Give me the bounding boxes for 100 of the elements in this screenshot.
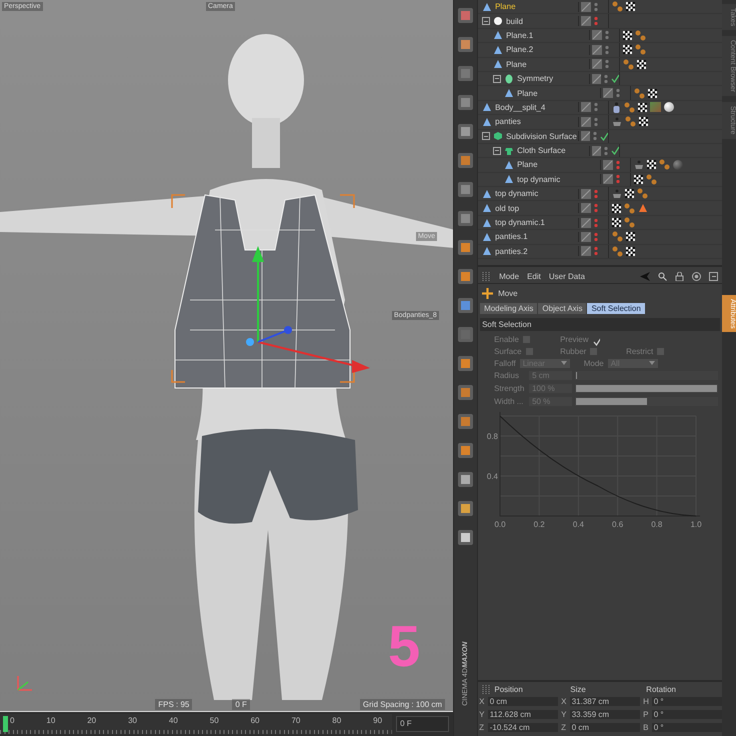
layer-icon[interactable] (603, 160, 614, 170)
menu-item[interactable]: Edit (527, 272, 541, 281)
visibility-dots[interactable] (605, 44, 610, 55)
visibility-dots[interactable] (594, 102, 598, 112)
visibility-dots[interactable] (594, 16, 598, 26)
move-gizmo-drawing[interactable] (246, 246, 370, 373)
visibility-dots[interactable] (616, 88, 620, 98)
coordinate-field[interactable]: 33.359 cm (570, 710, 640, 719)
dots-tag-icon[interactable] (646, 174, 658, 185)
visibility-dots[interactable] (605, 30, 610, 40)
checkbox[interactable] (657, 348, 664, 354)
visibility-dots[interactable] (594, 116, 598, 127)
timeline-ruler[interactable]: 0 10 20 30 40 50 60 70 80 90 (0, 714, 392, 734)
dots-tag-icon[interactable] (634, 88, 646, 99)
layer-icon[interactable] (581, 16, 592, 26)
dots-tag-icon[interactable] (635, 30, 646, 41)
dots-tag-icon[interactable] (624, 217, 636, 228)
object-row[interactable]: top dynamic.1 (478, 216, 722, 230)
visibility-dots[interactable] (594, 246, 598, 256)
visibility-dots[interactable] (605, 59, 610, 70)
object-row[interactable]: panties.1 (478, 230, 722, 245)
cloth-tag-icon[interactable] (612, 188, 622, 199)
coordinate-field[interactable]: 0 ° (652, 723, 722, 732)
object-row[interactable]: Plane (478, 58, 722, 72)
coordinate-field[interactable]: 0 cm (570, 723, 640, 732)
visibility-dots[interactable] (593, 131, 597, 142)
visibility-dots[interactable] (594, 203, 598, 214)
object-row[interactable]: Plane.1 (478, 28, 722, 44)
layer-icon[interactable] (603, 174, 614, 184)
cloth-tag-icon[interactable] (634, 160, 644, 170)
object-row[interactable]: Body__split_4 (478, 100, 722, 116)
object-row[interactable]: Plane.2 (478, 43, 722, 58)
visibility-dots[interactable] (594, 188, 598, 199)
coordinate-field[interactable]: 31.387 cm (570, 697, 640, 706)
checkbox[interactable] (526, 348, 533, 354)
coordinate-field[interactable]: 0 ° (652, 710, 722, 719)
layer-icon[interactable] (592, 146, 602, 156)
dots-tag-icon[interactable] (659, 159, 670, 170)
collapse-toggle[interactable] (482, 132, 490, 140)
visibility-dots[interactable] (616, 174, 620, 184)
dots-tag-icon[interactable] (624, 202, 636, 214)
layer-icon[interactable] (581, 246, 592, 256)
dots-tag-icon[interactable] (637, 188, 648, 200)
collapse-toggle[interactable] (493, 74, 502, 83)
object-row[interactable]: top dynamic (478, 172, 722, 188)
visibility-dots[interactable] (604, 74, 608, 84)
visibility-dots[interactable] (594, 2, 598, 12)
layer-icon[interactable] (581, 2, 592, 12)
cloth-tag-icon[interactable] (612, 116, 622, 127)
frame-field[interactable]: 0 F (396, 716, 450, 732)
enabled-check-icon[interactable] (610, 74, 620, 84)
cone-tag-icon[interactable] (638, 203, 648, 214)
dots-tag-icon[interactable] (623, 58, 634, 70)
object-row[interactable]: panties (478, 115, 722, 130)
coordinate-field[interactable]: 0 cm (488, 697, 558, 706)
tab[interactable]: Modeling Axis (480, 303, 538, 314)
coordinate-field[interactable]: 0 ° (652, 697, 722, 706)
coordinate-field[interactable]: 112.628 cm (488, 710, 558, 719)
visibility-dots[interactable] (616, 160, 620, 170)
object-row[interactable]: old top (478, 201, 722, 216)
layer-icon[interactable] (581, 102, 592, 112)
dots-tag-icon[interactable] (624, 102, 636, 113)
layer-icon[interactable] (592, 44, 602, 55)
layer-icon[interactable] (592, 74, 602, 84)
menu-item[interactable]: User Data (548, 272, 585, 281)
collapse-toggle[interactable] (482, 17, 490, 26)
checkbox[interactable] (590, 348, 598, 354)
layer-icon[interactable] (592, 59, 602, 70)
texture-swatch-icon[interactable] (650, 102, 662, 112)
tab[interactable]: Soft Selection (587, 303, 645, 314)
object-row[interactable]: build (478, 14, 722, 29)
target-icon[interactable] (692, 272, 702, 281)
visibility-dots[interactable] (594, 232, 598, 242)
object-row[interactable]: Plane (478, 86, 722, 101)
grip-icon[interactable] (482, 685, 490, 694)
object-row[interactable]: Symmetry (478, 72, 722, 86)
dots-tag-icon[interactable] (612, 246, 624, 257)
slider-track[interactable] (575, 371, 718, 380)
object-row[interactable]: Subdivision Surface (478, 130, 722, 144)
layer-icon[interactable] (592, 30, 602, 40)
object-row[interactable]: top dynamic (478, 187, 722, 202)
dots-tag-icon[interactable] (612, 1, 624, 12)
slider-track[interactable] (575, 397, 718, 406)
object-row[interactable]: Plane (478, 0, 722, 14)
tab[interactable]: Object Axis (538, 303, 586, 314)
lock-icon[interactable] (675, 272, 684, 281)
layer-icon[interactable] (581, 188, 592, 199)
enabled-check-icon[interactable] (600, 132, 608, 141)
dots-tag-icon[interactable] (612, 231, 624, 242)
layer-icon[interactable] (581, 116, 592, 127)
figure-tag-icon[interactable] (612, 102, 622, 113)
visibility-dots[interactable] (594, 218, 598, 228)
search-icon[interactable] (658, 272, 668, 281)
enabled-check-icon[interactable] (610, 146, 620, 156)
visibility-dots[interactable] (604, 146, 608, 156)
menu-item[interactable]: Mode (499, 272, 520, 281)
layer-icon[interactable] (581, 232, 592, 242)
layer-icon[interactable] (581, 218, 592, 228)
object-row[interactable]: Plane (478, 158, 722, 173)
grip-icon[interactable] (482, 272, 492, 281)
